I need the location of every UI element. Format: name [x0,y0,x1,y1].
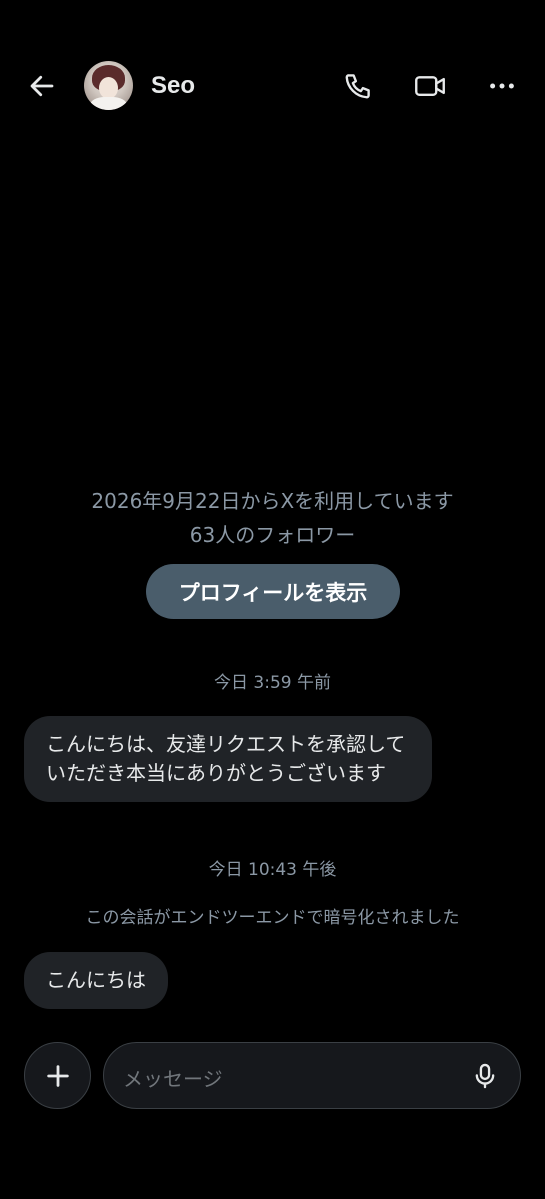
chat-header: Seo [0,0,545,170]
voice-message-button[interactable] [468,1059,502,1093]
video-call-button[interactable] [408,64,452,108]
timestamp: 今日 10:43 午後 [208,860,337,880]
more-horizontal-icon [490,83,514,89]
arrow-left-icon [30,75,54,97]
joined-date-text: 2026年9月22日からXを利用しています [91,489,454,513]
view-profile-button[interactable]: プロフィールを表示 [146,564,400,619]
microphone-icon [475,1063,495,1089]
call-button[interactable] [336,64,380,108]
avatar[interactable] [84,61,133,110]
back-button[interactable] [22,66,62,106]
message-text: こんにちは [46,968,146,992]
followers-count-text: 63人のフォロワー [189,523,356,547]
timestamp: 今日 3:59 午前 [214,673,331,693]
add-attachment-button[interactable] [24,1042,91,1109]
contact-name[interactable]: Seo [151,72,195,100]
encryption-notice: この会話がエンドツーエンドで暗号化されました [85,908,460,928]
more-button[interactable] [480,64,524,108]
video-camera-icon [415,76,445,96]
message-bubble[interactable]: こんにちは [24,952,168,1009]
plus-icon [46,1064,69,1087]
message-input-placeholder: メッセージ [123,1067,223,1091]
message-input[interactable]: メッセージ [103,1042,521,1109]
message-bubble[interactable]: こんにちは、友達リクエストを承認していただき本当にありがとうございます [24,716,432,802]
phone-icon [345,74,370,99]
message-text: こんにちは、友達リクエストを承認していただき本当にありがとうございます [46,732,406,785]
